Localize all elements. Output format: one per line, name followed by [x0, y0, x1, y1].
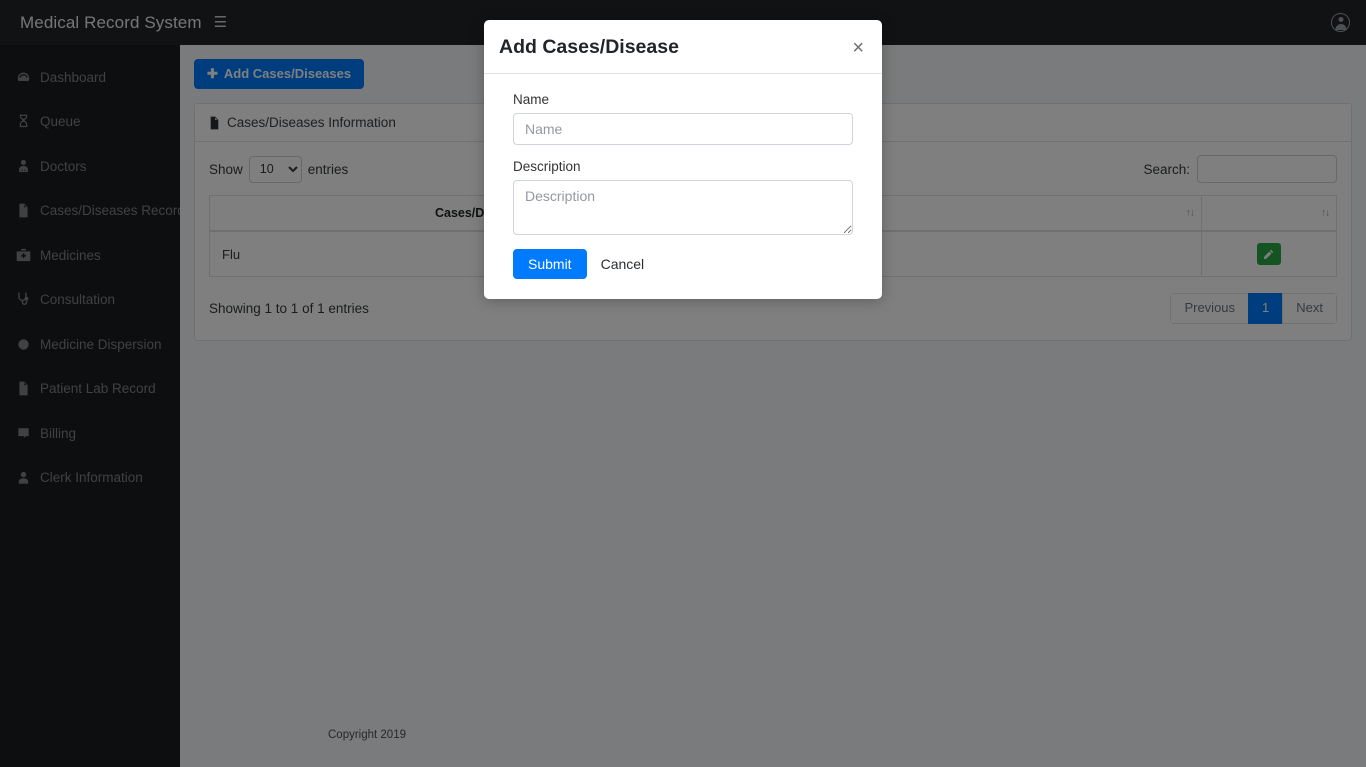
add-cases-disease-modal: Add Cases/Disease × Name Description Sub… [484, 20, 882, 300]
name-label: Name [513, 92, 550, 108]
cancel-button[interactable]: Cancel [599, 250, 647, 278]
description-label: Description [513, 159, 581, 175]
modal-title: Add Cases/Disease [499, 36, 679, 58]
description-field-group: Description [513, 159, 853, 236]
submit-button[interactable]: Submit [513, 249, 587, 280]
name-input[interactable] [513, 113, 853, 146]
modal-body: Name Description Submit Cancel [484, 74, 882, 299]
description-textarea[interactable] [513, 180, 853, 236]
modal-actions: Submit Cancel [513, 249, 853, 280]
modal-header: Add Cases/Disease × [484, 20, 882, 75]
name-field-group: Name [513, 92, 853, 146]
close-x-icon[interactable]: × [850, 36, 866, 58]
